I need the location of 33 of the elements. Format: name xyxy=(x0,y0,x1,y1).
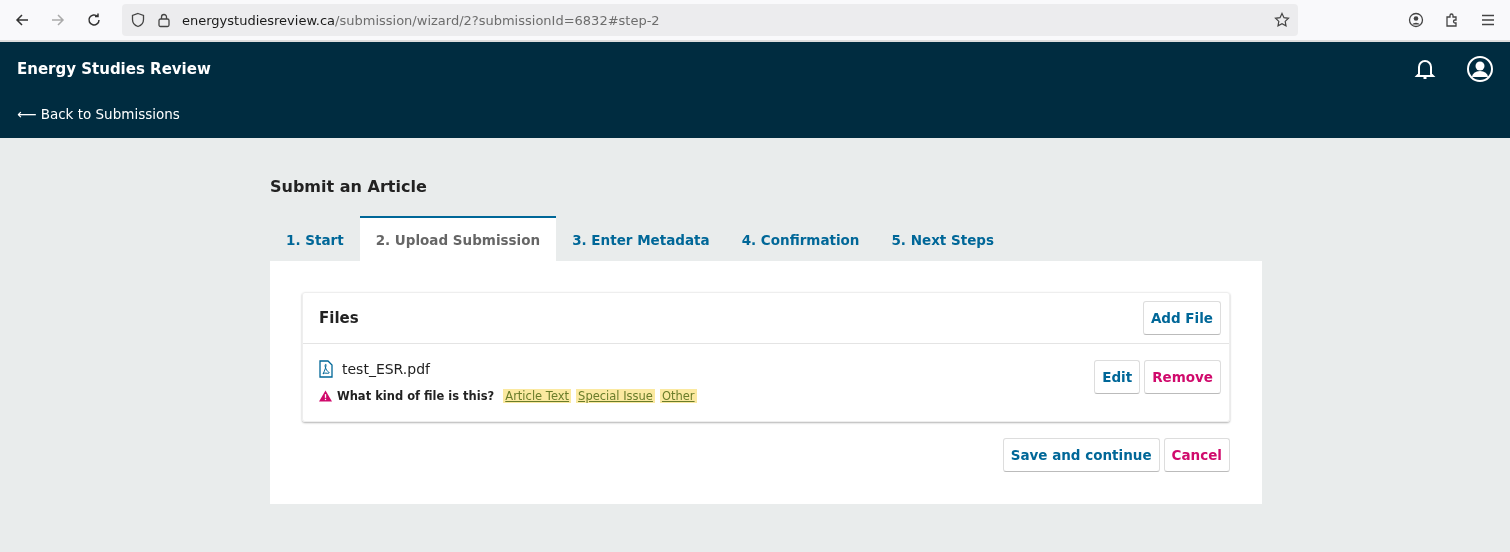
file-type-link[interactable]: Article Text xyxy=(503,389,572,403)
bell-icon[interactable] xyxy=(1413,57,1437,81)
url-text: energystudiesreview.ca/submission/wizard/2?submissionId=6832#step-2 xyxy=(182,12,661,28)
user-avatar-icon[interactable] xyxy=(1467,56,1493,82)
back-icon[interactable] xyxy=(14,12,30,28)
files-title: Files xyxy=(319,309,359,327)
page-title: Submit an Article xyxy=(270,177,428,196)
menu-icon[interactable] xyxy=(1480,12,1496,28)
shield-icon[interactable] xyxy=(130,12,146,28)
step-tab[interactable]: 3. Enter Metadata xyxy=(556,216,726,261)
file-type-link[interactable]: Other xyxy=(659,389,697,403)
lock-icon[interactable] xyxy=(156,12,172,28)
file-name: test_ESR.pdf xyxy=(342,361,430,377)
form-action-button[interactable]: Save and continue xyxy=(1002,438,1160,472)
step-tab[interactable]: 4. Confirmation xyxy=(725,216,876,261)
file-type-link[interactable]: Special Issue xyxy=(576,389,655,403)
address-bar[interactable]: energystudiesreview.ca/submission/wizard/2?submissionId=6832#step-2 xyxy=(122,4,1298,36)
back-to-submissions-link[interactable]: ⟵ Back to Submissions xyxy=(17,106,180,122)
puzzle-icon[interactable] xyxy=(1444,12,1460,28)
star-icon[interactable] xyxy=(1274,12,1290,28)
site-title[interactable]: Energy Studies Review xyxy=(17,60,1383,78)
reload-icon[interactable] xyxy=(86,12,102,28)
warning-icon xyxy=(319,390,332,402)
file-action-button[interactable]: Remove xyxy=(1144,360,1221,394)
pdf-file-icon xyxy=(319,360,333,378)
step-tab[interactable]: 5. Next Steps xyxy=(875,216,1011,261)
form-action-button[interactable]: Cancel xyxy=(1163,438,1230,472)
step-tab[interactable]: 1. Start xyxy=(270,216,360,261)
file-action-button[interactable]: Edit xyxy=(1094,360,1141,394)
step-tab[interactable]: 2. Upload Submission xyxy=(359,216,557,261)
account-icon[interactable] xyxy=(1408,12,1424,28)
file-type-question: What kind of file is this? xyxy=(337,389,495,403)
add-file-button[interactable]: Add File xyxy=(1142,301,1221,335)
